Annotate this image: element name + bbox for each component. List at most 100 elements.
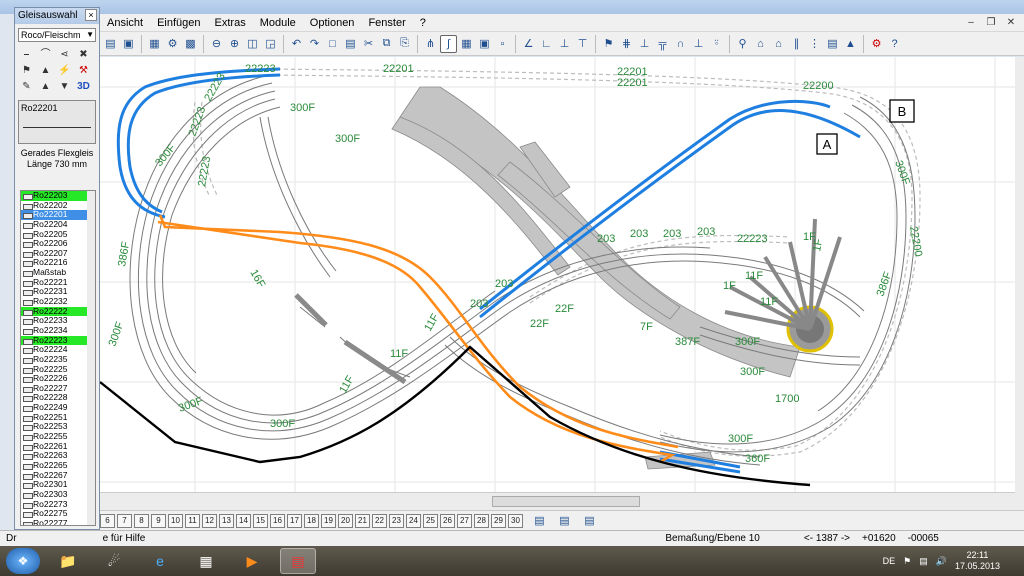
layer-tab[interactable]: 30 — [508, 513, 523, 528]
media-player-icon[interactable]: ▶ — [234, 548, 270, 574]
part-list-item[interactable]: Ro22277 — [21, 518, 95, 525]
straight-track-icon[interactable]: ⎯ — [18, 48, 35, 62]
layer-tab[interactable]: 18 — [304, 513, 319, 528]
language-indicator[interactable]: DE — [883, 556, 896, 566]
layer-visibility-icon[interactable]: ▤ — [556, 512, 573, 530]
layer-tab[interactable]: 21 — [355, 513, 370, 528]
layer-tab[interactable]: 14 — [236, 513, 251, 528]
restore-icon[interactable]: ❐ — [984, 17, 998, 28]
layer-tab[interactable]: 12 — [202, 513, 217, 528]
zoom-out-icon[interactable]: ⊖ — [208, 35, 225, 53]
fence-icon[interactable]: ⋮ — [806, 35, 823, 53]
signal-part-icon[interactable]: ⚑ — [18, 64, 35, 78]
switch-icon[interactable]: ⋕ — [618, 35, 635, 53]
copy-icon[interactable]: ⧉ — [378, 35, 395, 53]
layer-tab[interactable]: 25 — [423, 513, 438, 528]
layer-tab[interactable]: 22 — [372, 513, 387, 528]
minimize-icon[interactable]: – — [964, 17, 978, 28]
tunnel-icon[interactable]: ∩ — [672, 35, 689, 53]
explorer-icon[interactable]: 📁 — [50, 548, 86, 574]
settings-icon[interactable]: ⚙ — [164, 35, 181, 53]
menu-fenster[interactable]: Fenster — [361, 14, 412, 32]
zoom-in-icon[interactable]: ⊕ — [226, 35, 243, 53]
menu-extras[interactable]: Extras — [208, 14, 253, 32]
layer-tab[interactable]: 8 — [134, 513, 149, 528]
document-icon[interactable]: ▤ — [342, 35, 359, 53]
browser-icon[interactable]: e — [142, 548, 178, 574]
terrain-icon[interactable]: ▲ — [842, 35, 859, 53]
align-icon[interactable]: ⊥ — [556, 35, 573, 53]
menu-help[interactable]: ? — [413, 14, 433, 32]
menu-ansicht[interactable]: Ansicht — [100, 14, 150, 32]
panel-close-icon[interactable]: × — [85, 9, 97, 21]
layer-tab[interactable]: 23 — [389, 513, 404, 528]
layer-print-icon[interactable]: ▤ — [581, 512, 598, 530]
volume-icon[interactable]: 🔊 — [936, 556, 947, 567]
paste-icon[interactable]: ⎘ — [396, 35, 413, 53]
picture-icon[interactable]: ▣ — [120, 35, 137, 53]
layer-tab[interactable]: 17 — [287, 513, 302, 528]
paint-icon[interactable]: ✎ — [18, 80, 35, 94]
layer-settings-icon[interactable]: ▤ — [531, 512, 548, 530]
layer-tab[interactable]: 7 — [117, 513, 132, 528]
cut-icon[interactable]: ✂ — [360, 35, 377, 53]
upload-icon[interactable]: ▲ — [37, 80, 54, 94]
menu-optionen[interactable]: Optionen — [303, 14, 362, 32]
catenary-part-icon[interactable]: ▲ — [37, 64, 54, 78]
house-icon[interactable]: ⌂ — [770, 35, 787, 53]
layer-tab[interactable]: 29 — [491, 513, 506, 528]
track-split-icon[interactable]: ⋔ — [422, 35, 439, 53]
catenary-icon[interactable]: ⊥ — [636, 35, 653, 53]
layer-tab[interactable]: 9 — [151, 513, 166, 528]
measure-icon[interactable]: ⊤ — [574, 35, 591, 53]
view-3d-icon[interactable]: 3D — [75, 80, 92, 94]
slope-icon[interactable]: ∟ — [538, 35, 555, 53]
mast-icon[interactable]: ⊥ — [690, 35, 707, 53]
grid-icon[interactable]: ▦ — [458, 35, 475, 53]
misc-part-icon[interactable]: ⚒ — [75, 64, 92, 78]
redo-icon[interactable]: ↷ — [306, 35, 323, 53]
zoom-window-icon[interactable]: ◫ — [244, 35, 261, 53]
menu-einfuegen[interactable]: Einfügen — [150, 14, 207, 32]
app-icon[interactable]: ▦ — [188, 548, 224, 574]
tool-icon[interactable]: ⚙ — [868, 35, 885, 53]
manufacturer-select[interactable]: Roco/Fleischm ▼ — [18, 28, 96, 42]
wall-icon[interactable]: ▤ — [824, 35, 841, 53]
layer-tab[interactable]: 27 — [457, 513, 472, 528]
arrange-icon[interactable]: ▫ — [494, 35, 511, 53]
undo-icon[interactable]: ↶ — [288, 35, 305, 53]
layer-tab[interactable]: 6 — [100, 513, 115, 528]
flex-track-icon[interactable]: ∫ — [440, 34, 457, 53]
layer-tab[interactable]: 26 — [440, 513, 455, 528]
context-help-icon[interactable]: ? — [886, 35, 903, 53]
curve-track-icon[interactable]: ⌒ — [37, 48, 54, 62]
layout-canvas[interactable]: A B 22201 22201 22201 22200 22200 22223 … — [100, 57, 1015, 510]
layer-tab[interactable]: 15 — [253, 513, 268, 528]
layer-tab[interactable]: 11 — [185, 513, 200, 528]
angle-icon[interactable]: ∠ — [520, 35, 537, 53]
contact-icon[interactable]: ⍤ — [708, 35, 725, 53]
horizontal-scrollbar[interactable] — [100, 492, 1015, 510]
flag-icon[interactable]: ⚑ — [903, 556, 911, 567]
signal-icon[interactable]: ⚑ — [600, 35, 617, 53]
export-icon[interactable]: ▦ — [146, 35, 163, 53]
layer-tab[interactable]: 24 — [406, 513, 421, 528]
layer-tab[interactable]: 13 — [219, 513, 234, 528]
crossing-icon[interactable]: ✖ — [75, 48, 92, 62]
start-button[interactable]: ❖ — [6, 548, 40, 574]
download-icon[interactable]: ▼ — [56, 80, 73, 94]
power-icon[interactable]: ⚡ — [56, 64, 73, 78]
menu-module[interactable]: Module — [253, 14, 303, 32]
network-icon[interactable]: ▤ — [919, 556, 928, 567]
building-icon[interactable]: ⌂ — [752, 35, 769, 53]
clock[interactable]: 22:11 17.05.2013 — [955, 550, 1000, 572]
image-icon[interactable]: ▩ — [182, 35, 199, 53]
layer-tab[interactable]: 19 — [321, 513, 336, 528]
wintrack-task-icon[interactable]: ▤ — [280, 548, 316, 574]
launcher-icon[interactable]: ☄ — [96, 548, 132, 574]
horizontal-scroll-thumb[interactable] — [492, 496, 640, 507]
zoom-all-icon[interactable]: ◲ — [262, 35, 279, 53]
layer-tab[interactable]: 10 — [168, 513, 183, 528]
tree-icon[interactable]: ⚲ — [734, 35, 751, 53]
bridge-icon[interactable]: ╦ — [654, 35, 671, 53]
